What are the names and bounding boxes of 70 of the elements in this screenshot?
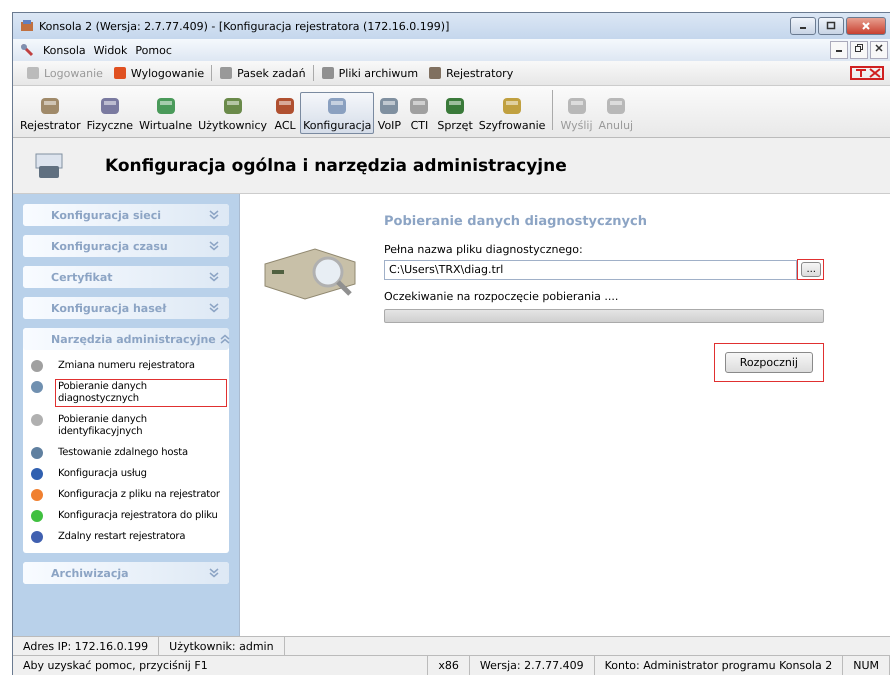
status-text: NUM [843,656,890,675]
item-icon [29,508,45,524]
restore-icon [854,42,864,52]
section-title: Pobieranie danych diagnostycznych [384,214,648,229]
toolbar-icon [26,66,40,80]
app-icon [19,42,35,58]
expand-chevron-icon [209,241,219,251]
toolbar-button[interactable]: VoIP [374,92,404,134]
item-icon [29,358,45,374]
toolbar-button[interactable]: Wirtualne [136,92,196,134]
toolbar-button[interactable]: Konfiguracja [300,92,374,134]
toolbar-button[interactable]: ACL [270,92,300,134]
status-text: x86 [428,656,470,675]
toolbar-button[interactable]: Rejestratory [425,65,516,81]
item-icon [29,379,45,395]
close-icon [861,21,871,31]
sidebar-link[interactable]: Zdalny restart rejestratora [55,529,190,545]
item-icon [29,487,45,503]
browse-button[interactable]: ... [801,262,821,277]
item-icon [29,529,45,545]
sidebar-link[interactable]: Pobieranie danych identyfikacyjnych [55,412,227,440]
status-text: Aby uzyskać pomoc, przyciśnij F1 [13,656,428,675]
close-icon [874,42,884,52]
window-title: Konsola 2 (Wersja: 2.7.77.409) - [Konfiguracja rejestratora (172.16.0.199)] [39,20,450,32]
toolbar-button[interactable]: Fizyczne [84,92,136,134]
toolbar-button[interactable]: Szyfrowanie [476,92,548,134]
toolbar-icon [219,66,234,80]
page-title: Konfiguracja ogólna i narzędzia administracyjne [105,156,567,176]
toolbar-button[interactable]: Pliki archiwum [318,65,422,81]
sidebar-link[interactable]: Konfiguracja usług [55,466,151,482]
status-text: Konto: Administrator programu Konsola 2 [594,656,844,675]
toolbar-icon [428,66,442,80]
expand-chevron-icon [209,210,219,220]
expand-chevron-icon [209,568,219,578]
sidebar-link[interactable]: Zmiana numeru rejestratora [55,358,199,374]
sidebar-link[interactable]: Testowanie zdalnego hosta [55,445,192,461]
sidebar-link[interactable]: Pobieranie danych diagnostycznych [55,379,227,407]
expand-chevron-icon [209,272,219,282]
status-text: Wersja: 2.7.77.409 [470,656,595,675]
item-icon [29,445,45,461]
file-path-field[interactable]: C:\Users\TRX\diag.trl [384,260,798,280]
sidebar-link[interactable]: Konfiguracja z pliku na rejestrator [55,487,224,503]
minimize-button[interactable] [830,41,848,59]
toolbar-button[interactable]: CTI [404,92,434,134]
toolbar-button[interactable]: Wylogowanie [110,65,208,81]
sidebar-link[interactable]: Konfiguracja rejestratora do pliku [55,508,222,524]
toolbar-button[interactable]: Rejestrator [17,92,84,134]
field-label: Pełna nazwa pliku diagnostycznego: [384,243,584,256]
toolbar-button[interactable]: Sprzęt [434,92,476,134]
menu-item[interactable]: Konsola [43,44,86,56]
collapse-chevron-icon [220,334,230,344]
toolbar-button[interactable]: Pasek zadań [216,65,309,81]
logo-icon [850,65,884,81]
app-icon [19,18,35,34]
maximize-icon [826,21,836,31]
item-icon [29,412,45,428]
restore-button[interactable] [850,41,868,59]
close-button[interactable] [870,41,888,59]
expand-chevron-icon [209,303,219,313]
toolbar-button[interactable]: Użytkownicy [195,92,270,134]
toolbar-icon [112,66,127,80]
item-icon [29,466,45,482]
menu-item[interactable]: Pomoc [135,44,172,56]
minimize-button[interactable] [790,17,816,35]
status-text: Oczekiwanie na rozpoczęcie pobierania .... [384,290,620,303]
minimize-icon [836,50,842,52]
menu-item[interactable]: Widok [94,44,128,56]
start-button[interactable]: Rozpocznij [724,352,813,373]
toolbar-icon [320,66,335,80]
maximize-button[interactable] [818,17,844,35]
